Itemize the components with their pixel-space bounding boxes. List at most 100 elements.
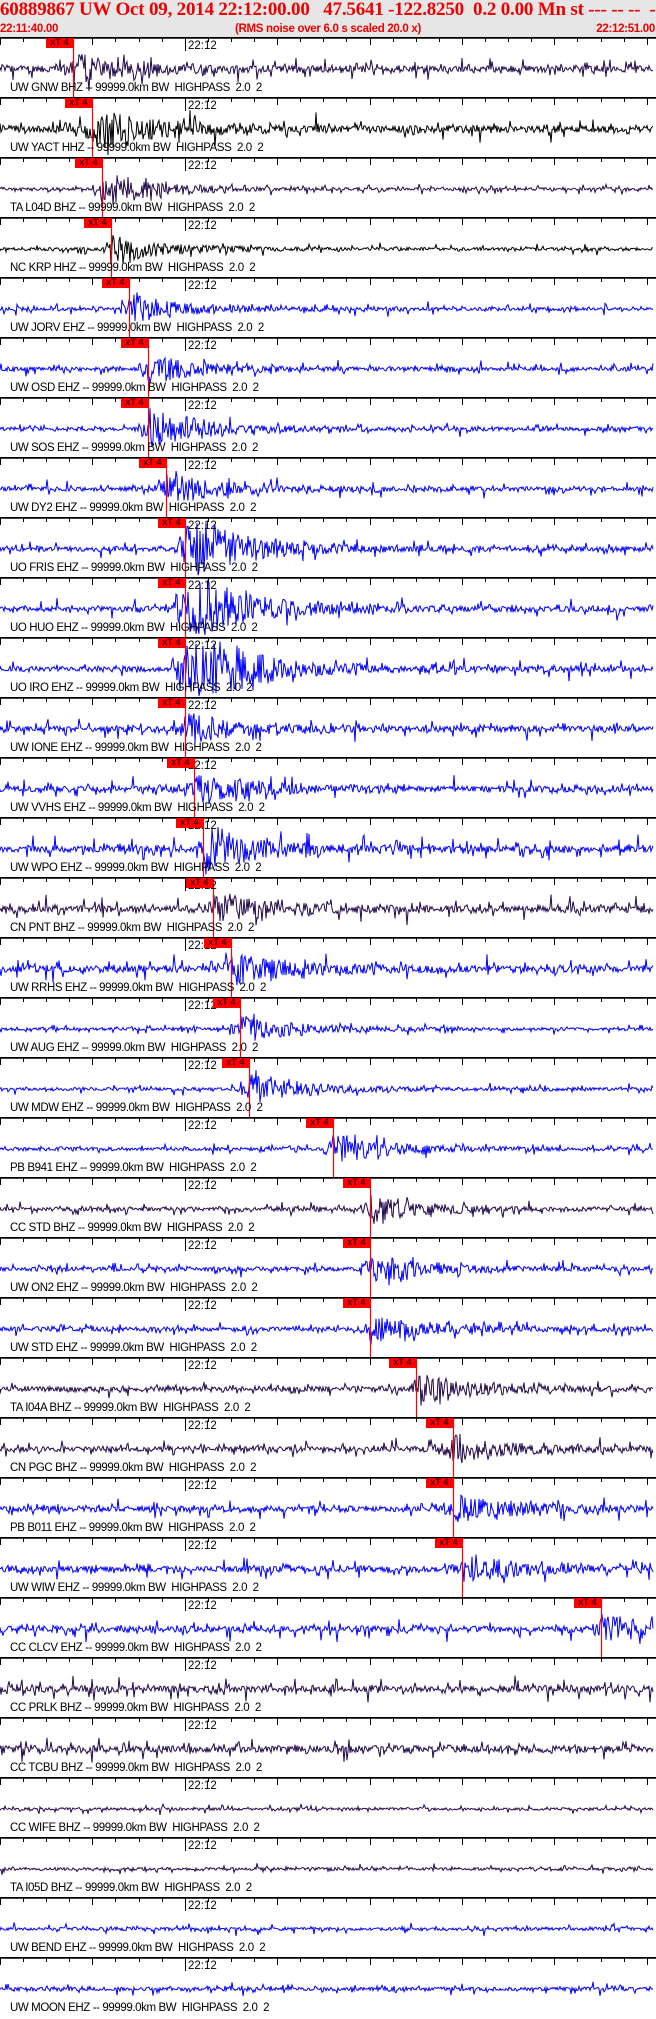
pick-tag[interactable]: xT 4 <box>343 1238 370 1248</box>
pick-tag[interactable]: xT 4 <box>426 1418 453 1428</box>
waveform-line <box>0 1863 654 1875</box>
pick-tag[interactable]: xT 4 <box>158 578 185 588</box>
waveform-line <box>0 356 654 384</box>
time-mark-label: 22:12 <box>188 640 217 652</box>
pick-tag[interactable]: xT 4 <box>186 878 213 888</box>
trace-panel: 22:12 xT 4 UW JORV EHZ -- 99999.0km BW HIG… <box>0 277 656 337</box>
waveform-line <box>0 1737 654 1763</box>
pick-tag[interactable]: xT 4 <box>121 398 148 408</box>
pick-tag[interactable]: xT 4 <box>46 38 73 48</box>
trace-panel: 22:12 xT 4 TA I04A BHZ -- 99999.0km BW HIG… <box>0 1357 656 1417</box>
station-label: UW BEND EHZ -- 99999.0km BW HIGHPASS 2.0… <box>10 1942 266 1954</box>
pick-tag[interactable]: xT 4 <box>222 1058 249 1068</box>
trace-panel: 22:12 xT 4 PB B011 EHZ -- 99999.0km BW HIG… <box>0 1477 656 1537</box>
pick-tag[interactable]: xT 4 <box>574 1598 601 1608</box>
waveform-line <box>0 292 654 322</box>
time-mark-label: 22:12 <box>188 1120 217 1132</box>
trace-panel: 22:12 xT 4 UW ON2 EHZ -- 99999.0km BW HIGH… <box>0 1237 656 1297</box>
waveform-line <box>0 1317 654 1345</box>
time-mark-label: 22:12 <box>188 40 217 52</box>
waveform-line <box>0 1614 654 1644</box>
pick-tag[interactable]: xT 4 <box>435 1538 462 1548</box>
pick-tag[interactable]: xT 4 <box>389 1358 416 1368</box>
pick-tag[interactable]: xT 4 <box>213 998 240 1008</box>
pick-tag[interactable]: xT 4 <box>75 158 102 168</box>
pick-tag[interactable]: xT 4 <box>65 98 92 108</box>
time-ticks <box>0 1777 648 1791</box>
time-ticks <box>0 1057 648 1071</box>
trace-panel: 22:12xT 4CN PNT BHZ -- 99999.0km BW HIGH… <box>0 877 656 937</box>
trace-panel: 22:12 xT 4 UW RRHS EHZ -- 99999.0km BW HIG… <box>0 937 656 997</box>
waveform-line <box>0 1675 654 1703</box>
waveform-line <box>0 1013 654 1041</box>
noise-note: (RMS noise over 6.0 s scaled 20.0 x) <box>234 23 422 35</box>
station-label: CC STD BHZ -- 99999.0km BW HIGHPASS 2.0 … <box>10 1222 255 1234</box>
trace-panel: 22:12 CC PRLK BHZ -- 99999.0km BW HIGHPAS… <box>0 1657 656 1717</box>
pick-tag[interactable]: xT 4 <box>84 218 111 228</box>
time-ticks <box>0 1477 648 1491</box>
time-ticks <box>0 1237 648 1251</box>
waveform-line <box>0 235 654 265</box>
pick-tag[interactable]: xT 4 <box>102 278 129 288</box>
station-label: UW ON2 EHZ -- 99999.0km BW HIGHPASS 2.0 … <box>10 1282 258 1294</box>
end-time: 22:12:51.00 <box>596 23 655 35</box>
station-label: UW AUG EHZ -- 99999.0km BW HIGHPASS 2.0 … <box>10 1042 259 1054</box>
time-ticks <box>0 937 648 951</box>
time-ticks <box>0 517 648 531</box>
waveform-line <box>0 1070 654 1102</box>
station-label: UW STD EHZ -- 99999.0km BW HIGHPASS 2.0 … <box>10 1342 257 1354</box>
time-mark-label: 22:12 <box>188 520 217 532</box>
trace-panel: 22:12 xT 4 UW SOS EHZ -- 99999.0km BW HIGH… <box>0 397 656 457</box>
waveform-line <box>0 1802 654 1816</box>
trace-panel: 22:12xT 4UW WPO EHZ -- 99999.0km BW HIGH… <box>0 817 656 877</box>
time-mark-label: 22:12 <box>188 400 217 412</box>
station-label: UW MOON EHZ -- 99999.0km BW HIGHPASS 2.0… <box>10 2002 270 2014</box>
station-label: UW WPO EHZ -- 99999.0km BW HIGHPASS 2.0 … <box>10 862 262 874</box>
pick-tag[interactable]: xT 4 <box>306 1118 333 1128</box>
station-label: PB B941 EHZ -- 99999.0km BW HIGHPASS 2.0… <box>10 1162 257 1174</box>
time-ticks <box>0 37 648 51</box>
pick-tag[interactable]: xT 4 <box>204 938 231 948</box>
station-label: CC WIFE BHZ -- 99999.0km BW HIGHPASS 2.0… <box>10 1822 260 1834</box>
time-mark-label: 22:12 <box>188 280 217 292</box>
waveform-line <box>0 1554 654 1584</box>
station-label: CN PNT BHZ -- 99999.0km BW HIGHPASS 2.0 … <box>10 922 254 934</box>
pick-tag[interactable]: xT 4 <box>158 698 185 708</box>
trace-panel: 22:12 xT 4 UW STD EHZ -- 99999.0km BW HIGH… <box>0 1297 656 1357</box>
waveform-line <box>0 1494 654 1522</box>
pick-tag[interactable]: xT 4 <box>343 1298 370 1308</box>
pick-tag[interactable]: xT 4 <box>167 758 194 768</box>
trace-panel: 22:12 xT 4 CC STD BHZ -- 99999.0km BW HIGH… <box>0 1177 656 1237</box>
time-ticks <box>0 1597 648 1611</box>
seismogram-plot: 22:12 xT 4 UW GNW BHZ -- 99999.0km BW HIGH… <box>0 37 656 2018</box>
time-ticks <box>0 277 648 291</box>
time-mark-label: 22:12 <box>188 340 217 352</box>
station-label: CN PGC BHZ -- 99999.0km BW HIGHPASS 2.0 … <box>10 1462 257 1474</box>
time-ticks <box>0 1657 648 1671</box>
start-time: 22:11:40.00 <box>0 23 59 35</box>
waveform-line <box>0 952 654 986</box>
time-mark-label: 22:12 <box>188 100 217 112</box>
pick-tag[interactable]: xT 4 <box>426 1478 453 1488</box>
time-mark-label: 22:12 <box>188 160 217 172</box>
pick-tag[interactable]: xT 4 <box>139 458 166 468</box>
time-mark-label: 22:12 <box>188 1720 217 1732</box>
pick-tag[interactable]: xT 4 <box>176 818 203 828</box>
pick-tag[interactable]: xT 4 <box>343 1178 370 1188</box>
station-label: UW SOS EHZ -- 99999.0km BW HIGHPASS 2.0 … <box>10 442 259 454</box>
waveform-line <box>0 1433 654 1464</box>
time-mark-label: 22:12 <box>188 220 217 232</box>
station-label: UW YACT HHZ -- 99999.0km BW HIGHPASS 2.0… <box>10 142 264 154</box>
station-label: CC CLCV EHZ -- 99999.0km BW HIGHPASS 2.0… <box>10 1642 262 1654</box>
time-mark-label: 22:12 <box>188 1420 217 1432</box>
time-mark-label: 22:12 <box>188 460 217 472</box>
pick-tag[interactable]: xT 4 <box>121 338 148 348</box>
trace-panel: 22:12 xT 4 UW OSD EHZ -- 99999.0km BW HIGH… <box>0 337 656 397</box>
pick-tag[interactable]: xT 4 <box>158 638 185 648</box>
trace-panel: 22:12 xT 4 UW AUG EHZ -- 99999.0km BW HIGH… <box>0 997 656 1057</box>
time-ticks <box>0 817 648 831</box>
time-ticks <box>0 397 648 411</box>
trace-panel: 22:12 xT 4 UW IONE EHZ -- 99999.0km BW HIG… <box>0 697 656 757</box>
pick-tag[interactable]: xT 4 <box>158 518 185 528</box>
trace-panel: 22:12 CC WIFE BHZ -- 99999.0km BW HIGHPAS… <box>0 1777 656 1837</box>
